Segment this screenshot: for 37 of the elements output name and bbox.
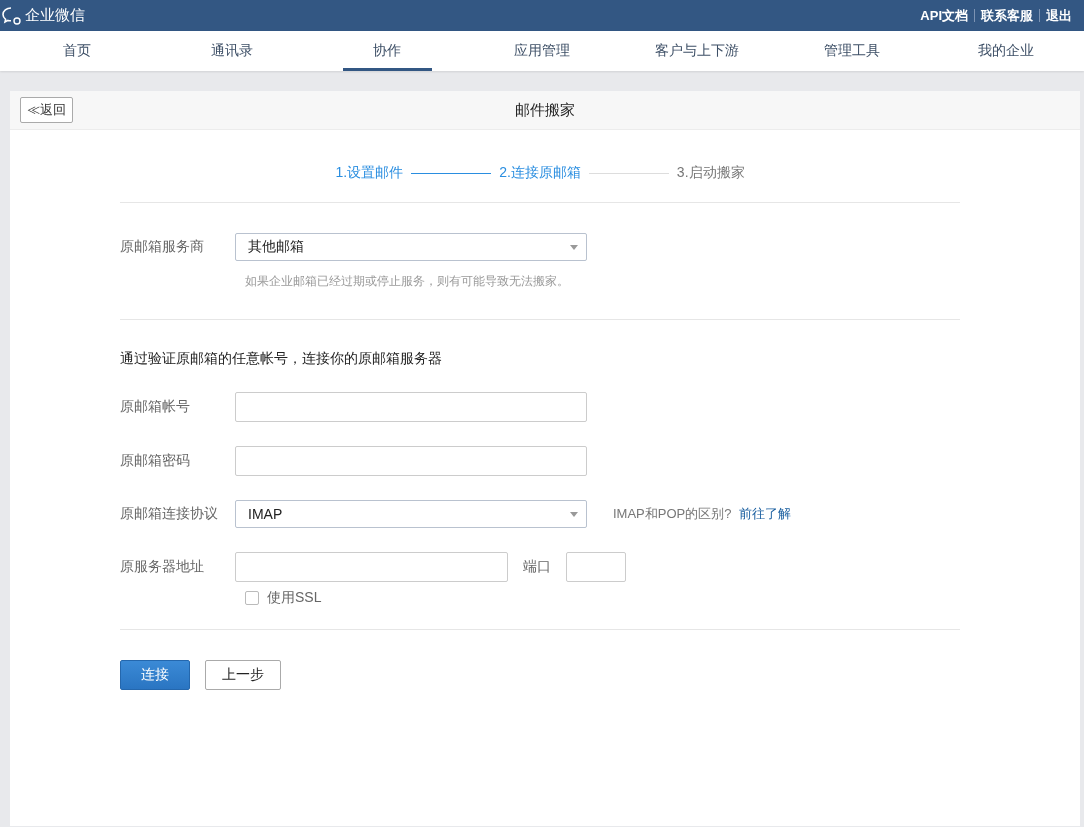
account-field[interactable]: [235, 392, 587, 422]
field-label: 原邮箱帐号: [120, 398, 191, 416]
nav-tab[interactable]: 通讯录: [187, 31, 277, 71]
step-label: 1.设置邮件: [334, 164, 405, 182]
page-title: 邮件搬家: [515, 100, 575, 120]
password-field[interactable]: [235, 446, 587, 476]
hint-text: 如果企业邮箱已经过期或停止服务，则有可能导致无法搬家。: [245, 273, 570, 290]
brand-name: 企业微信: [25, 6, 85, 25]
nav-tab[interactable]: 应用管理: [497, 31, 587, 71]
top-link[interactable]: 退出: [1040, 6, 1078, 25]
port-field[interactable]: [566, 552, 626, 582]
field-label: 原邮箱服务商: [120, 238, 205, 256]
help-text: IMAP和POP的区别?: [613, 505, 732, 523]
nav-tab[interactable]: 协作: [342, 31, 432, 71]
learn-more-link[interactable]: 前往了解: [739, 505, 792, 523]
step-label: 3.启动搬家: [675, 164, 746, 182]
field-label: 原邮箱密码: [120, 452, 191, 470]
connect-button[interactable]: 连接: [120, 660, 190, 690]
port-label: 端口: [523, 558, 551, 576]
protocol-select[interactable]: IMAP: [235, 500, 587, 528]
nav-tab[interactable]: 管理工具: [807, 31, 897, 71]
nav-tab[interactable]: 首页: [32, 31, 122, 71]
server-address-field[interactable]: [235, 552, 508, 582]
field-label: 原服务器地址: [120, 558, 205, 576]
chat-bubbles-icon: [2, 6, 22, 25]
nav-tab[interactable]: 我的企业: [962, 31, 1051, 71]
back-button[interactable]: ≪返回: [20, 97, 73, 123]
field-label: 原邮箱连接协议: [120, 505, 219, 523]
step-label: 2.连接原邮箱: [498, 164, 582, 182]
checkbox-label: 使用SSL: [267, 589, 322, 607]
provider-select[interactable]: 其他邮箱: [235, 233, 587, 261]
ssl-checkbox[interactable]: [245, 591, 259, 605]
previous-step-button[interactable]: 上一步: [205, 660, 281, 690]
top-link[interactable]: 联系客服: [975, 6, 1039, 25]
intro-text: 通过验证原邮箱的任意帐号，连接你的原邮箱服务器: [120, 350, 443, 368]
top-link[interactable]: API文档: [914, 6, 974, 25]
nav-tab[interactable]: 客户与上下游: [652, 31, 742, 71]
